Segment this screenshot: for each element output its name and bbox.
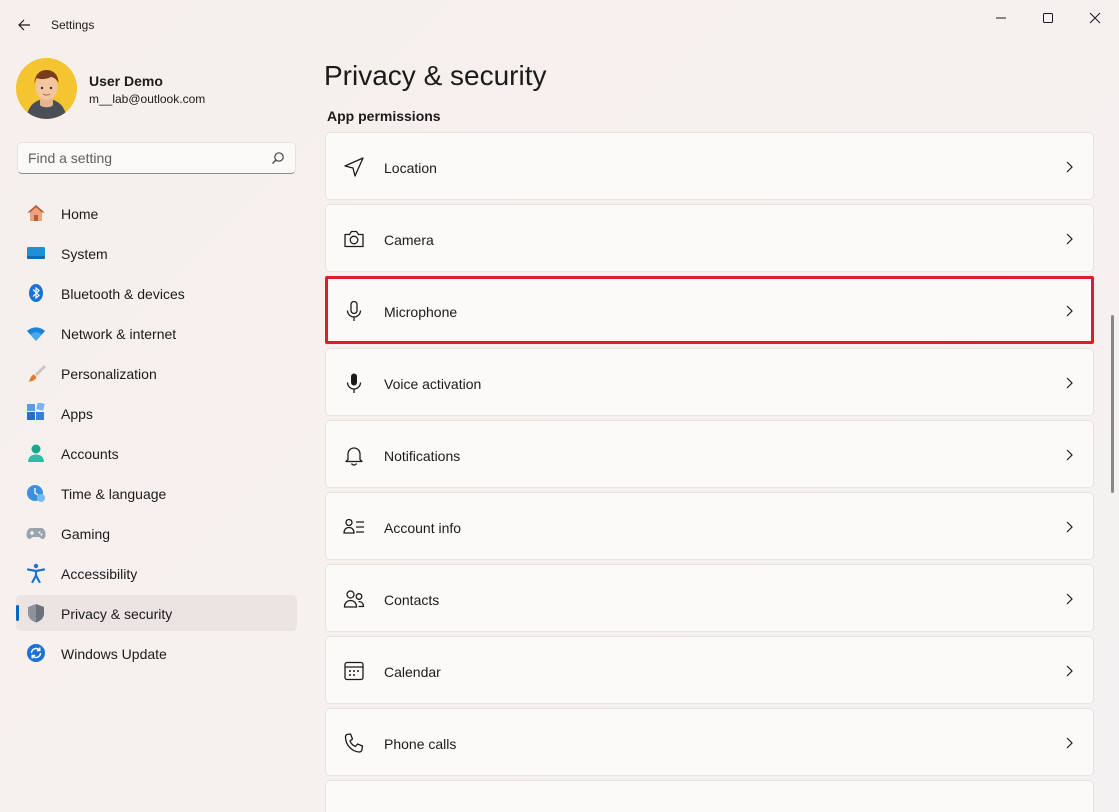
chevron-right-icon [1066, 665, 1073, 677]
permission-microphone[interactable]: Microphone [325, 276, 1094, 344]
permission-label: Calendar [384, 664, 441, 680]
app-title: Settings [51, 18, 95, 32]
sidebar-item-label: Time & language [61, 486, 167, 502]
permission-account-info[interactable]: Account info [325, 492, 1094, 560]
permission-label: Microphone [384, 304, 458, 320]
sidebar-item-gaming[interactable]: Gaming [16, 515, 297, 551]
sidebar-item-label: Privacy & security [61, 606, 173, 622]
chevron-right-icon [1066, 737, 1073, 749]
sidebar-item-label: Apps [61, 406, 93, 422]
maximize-icon [1043, 13, 1053, 23]
brush-icon [28, 365, 46, 382]
user-name: User Demo [89, 73, 163, 89]
sidebar-item-time-language[interactable]: Time & language [16, 475, 297, 511]
sidebar-item-label: System [61, 246, 108, 262]
permission-voice-activation[interactable]: Voice activation [325, 348, 1094, 416]
section-title: App permissions [327, 108, 441, 124]
sidebar-item-label: Personalization [61, 366, 157, 382]
camera-icon [344, 230, 364, 248]
apps-icon [27, 403, 45, 420]
sidebar-item-home[interactable]: Home [16, 195, 297, 231]
sidebar-item-apps[interactable]: Apps [16, 395, 297, 431]
gamepad-icon [26, 528, 46, 539]
wifi-icon [27, 327, 45, 341]
chevron-right-icon [1066, 233, 1073, 245]
maximize-button[interactable] [1025, 4, 1071, 32]
user-email: m__lab@outlook.com [89, 92, 206, 106]
search-input[interactable] [28, 143, 258, 173]
scrollbar-thumb[interactable] [1111, 315, 1114, 493]
bluetooth-icon [29, 284, 43, 302]
clock-globe-icon [27, 485, 45, 502]
permission-label: Location [384, 160, 437, 176]
permission-label: Phone calls [384, 736, 457, 752]
permission-calendar[interactable]: Calendar [325, 636, 1094, 704]
sidebar-item-system[interactable]: System [16, 235, 297, 271]
chevron-right-icon [1066, 593, 1073, 605]
permission-label: Contacts [384, 592, 440, 608]
permission-notifications[interactable]: Notifications [325, 420, 1094, 488]
title-bar: Settings [0, 0, 1119, 48]
user-profile[interactable]: User Demo m__lab@outlook.com [16, 58, 296, 120]
close-button[interactable] [1072, 4, 1118, 32]
search-box[interactable] [17, 142, 296, 174]
voice-icon [346, 373, 362, 393]
account-info-icon [343, 518, 364, 534]
chevron-right-icon [1066, 161, 1073, 173]
chevron-right-icon [1066, 449, 1073, 461]
sidebar-item-label: Accessibility [61, 566, 138, 582]
search-icon[interactable] [271, 151, 285, 165]
permission-phone-calls[interactable]: Phone calls [325, 708, 1094, 776]
shield-icon [28, 604, 44, 623]
permission-label: Voice activation [384, 376, 482, 392]
accessibility-icon [26, 563, 46, 583]
bell-icon [345, 447, 363, 466]
settings-window: Settings User Demo m__lab@outlook.com Fi… [0, 0, 1119, 812]
avatar-image [16, 58, 77, 119]
location-icon [344, 157, 364, 177]
sidebar-item-label: Windows Update [61, 646, 167, 662]
permission-label: Camera [384, 232, 434, 248]
accounts-icon [28, 444, 44, 462]
permission-contacts[interactable]: Contacts [325, 564, 1094, 632]
chevron-right-icon [1066, 521, 1073, 533]
chevron-right-icon [1066, 305, 1073, 317]
home-icon [27, 205, 45, 221]
sidebar-nav: Home System Bluetooth & devices Network … [16, 195, 297, 675]
permission-camera[interactable]: Camera [325, 204, 1094, 272]
update-icon [27, 644, 45, 662]
sidebar-item-label: Accounts [61, 446, 119, 462]
sidebar-item-label: Bluetooth & devices [61, 286, 185, 302]
minimize-button[interactable] [978, 4, 1024, 32]
contacts-icon [343, 590, 365, 608]
sidebar-item-accounts[interactable]: Accounts [16, 435, 297, 471]
minimize-icon [996, 17, 1006, 19]
permission-label: Notifications [384, 448, 461, 464]
calendar-icon [344, 661, 364, 681]
sidebar-item-network[interactable]: Network & internet [16, 315, 297, 351]
phone-icon [344, 733, 364, 753]
sidebar-item-bluetooth[interactable]: Bluetooth & devices [16, 275, 297, 311]
permission-partial-item[interactable] [325, 780, 1094, 812]
sidebar-item-accessibility[interactable]: Accessibility [16, 555, 297, 591]
chevron-right-icon [1066, 377, 1073, 389]
permission-label: Account info [384, 520, 462, 536]
system-icon [27, 247, 45, 259]
page-title: Privacy & security [324, 60, 547, 91]
sidebar-item-personalization[interactable]: Personalization [16, 355, 297, 391]
avatar [16, 58, 77, 119]
microphone-icon [346, 300, 362, 321]
back-arrow-icon [18, 19, 30, 31]
close-icon [1089, 12, 1101, 24]
back-button[interactable] [10, 12, 38, 38]
sidebar-item-label: Home [61, 206, 99, 222]
sidebar-item-label: Network & internet [61, 326, 177, 342]
sidebar-item-windows-update[interactable]: Windows Update [16, 635, 297, 671]
sidebar-item-privacy-security[interactable]: Privacy & security [16, 595, 297, 631]
sidebar-item-label: Gaming [61, 526, 111, 542]
permissions-list: Location Camera Microphone Voice activat… [325, 132, 1094, 812]
permission-location[interactable]: Location [325, 132, 1094, 200]
